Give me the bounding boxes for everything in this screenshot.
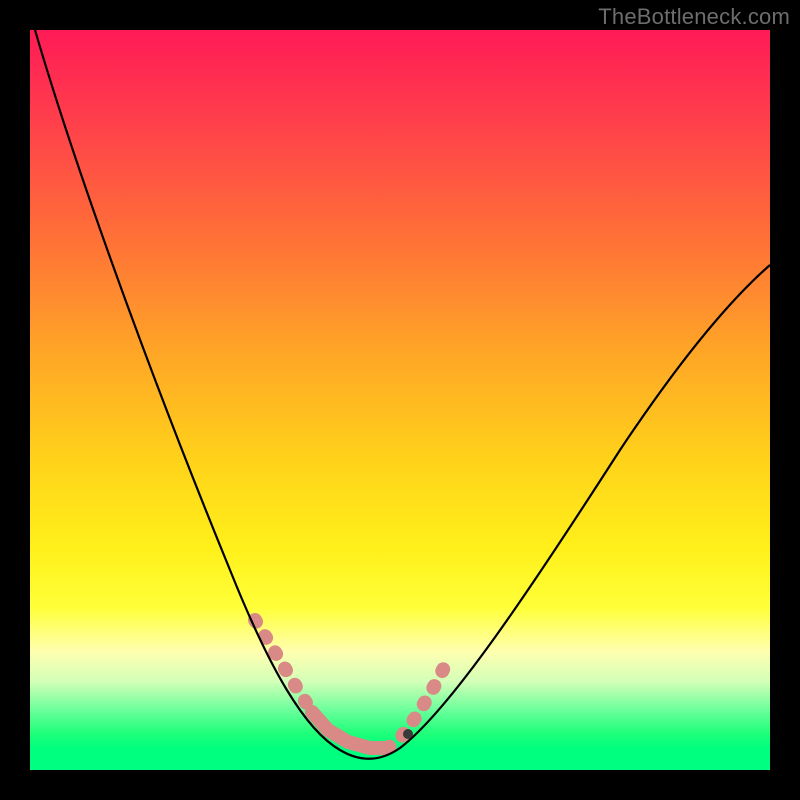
- plot-background-gradient: [30, 30, 770, 770]
- chart-stage: TheBottleneck.com: [0, 0, 800, 800]
- watermark-text: TheBottleneck.com: [598, 4, 790, 30]
